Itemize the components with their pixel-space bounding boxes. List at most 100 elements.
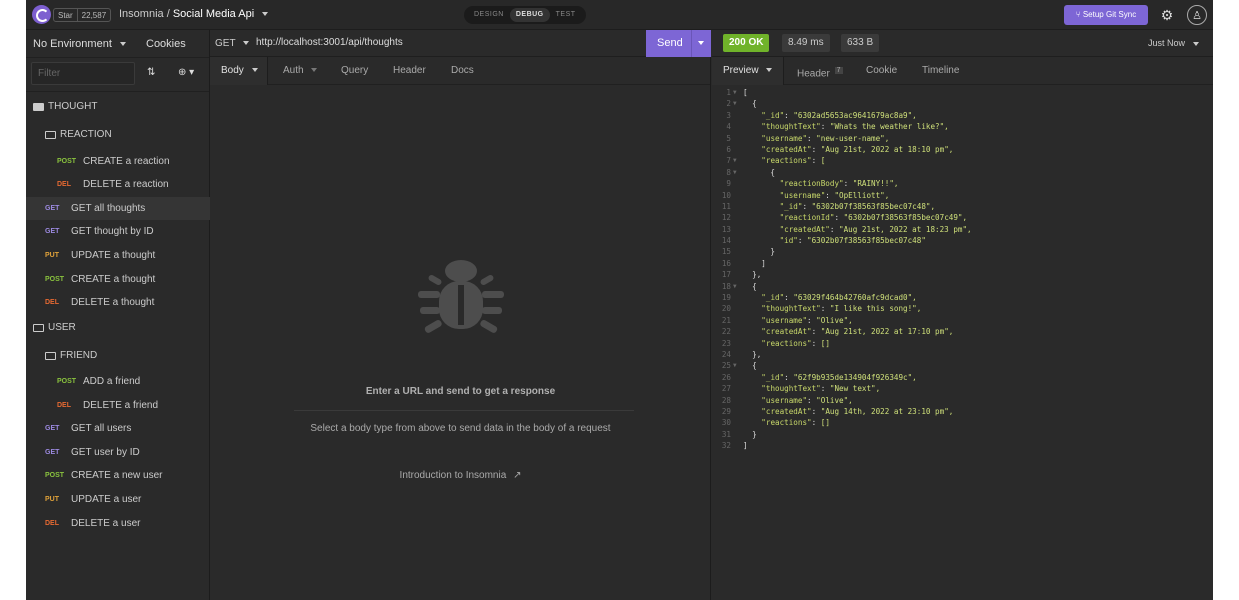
- line-number: 30: [721, 418, 731, 428]
- code-line: 19 "_id": "63029f464b42760afc9dcad0",: [712, 292, 1213, 303]
- tree-label: GET thought by ID: [71, 226, 154, 237]
- tab-timeline[interactable]: Timeline: [922, 57, 959, 85]
- request-get-all-thoughts[interactable]: GET GET all thoughts: [26, 197, 210, 220]
- request-get-thought-by-id[interactable]: GET GET thought by ID: [26, 220, 210, 243]
- request-delete-reaction[interactable]: DEL DELETE a reaction: [26, 173, 210, 196]
- breadcrumb-separator: /: [166, 8, 170, 20]
- code-text: "_id": "6302b07f38563f85bec07c48",: [779, 201, 936, 211]
- line-number: 23: [721, 338, 731, 348]
- mode-test[interactable]: TEST: [550, 8, 582, 22]
- code-line: 29 "createdAt": "Aug 14th, 2022 at 23:10…: [712, 406, 1213, 417]
- request-create-thought[interactable]: POST CREATE a thought: [26, 268, 210, 291]
- insomnia-app: Star 22,587 Insomnia / Social Media Api …: [26, 0, 1213, 600]
- account-icon[interactable]: ♙: [1187, 5, 1207, 25]
- filter-input[interactable]: [31, 62, 135, 85]
- folder-reaction[interactable]: REACTION: [26, 123, 210, 146]
- folder-user[interactable]: USER: [26, 316, 210, 339]
- insomnia-logo-icon[interactable]: [32, 5, 51, 24]
- fold-toggle-icon[interactable]: ▼: [733, 98, 737, 109]
- method-badge: POST: [57, 378, 77, 385]
- code-text: {: [743, 167, 776, 177]
- sort-icon[interactable]: ⇅: [147, 67, 155, 78]
- response-timestamp: Just Now: [1148, 38, 1186, 48]
- line-number: 11: [721, 201, 731, 211]
- fold-toggle-icon[interactable]: ▼: [733, 87, 737, 98]
- intro-link[interactable]: Introduction to Insomnia ↗: [210, 470, 711, 481]
- request-get-user-by-id[interactable]: GET GET user by ID: [26, 441, 210, 464]
- git-sync-button[interactable]: ⑂ Setup Git Sync: [1064, 5, 1148, 25]
- gear-icon[interactable]: ⚙: [1157, 5, 1177, 25]
- tab-auth[interactable]: Auth: [283, 57, 318, 85]
- folder-open-icon: [33, 102, 44, 111]
- top-bar: Star 22,587 Insomnia / Social Media Api …: [26, 0, 1213, 30]
- method-badge: GET: [45, 228, 60, 235]
- tab-docs[interactable]: Docs: [451, 57, 474, 85]
- url-input[interactable]: http://localhost:3001/api/thoughts: [256, 37, 403, 48]
- chevron-down-icon: [766, 68, 773, 73]
- fold-toggle-icon[interactable]: ▼: [733, 360, 737, 371]
- url-bar: GET http://localhost:3001/api/thoughts S…: [210, 30, 711, 57]
- github-star-button[interactable]: Star 22,587: [53, 8, 112, 22]
- line-number: 6: [726, 144, 731, 154]
- request-update-thought[interactable]: PUT UPDATE a thought: [26, 244, 210, 267]
- line-number: 14: [721, 236, 731, 246]
- code-line: 14 "id": "6302b07f38563f85bec07c48": [712, 235, 1213, 246]
- add-icon[interactable]: ⊕ ▾: [178, 67, 194, 78]
- tab-query[interactable]: Query: [341, 57, 368, 85]
- tab-header[interactable]: Header: [393, 57, 426, 85]
- code-text: "createdAt": "Aug 21st, 2022 at 18:10 pm…: [761, 144, 954, 154]
- mode-debug[interactable]: DEBUG: [509, 8, 550, 22]
- request-get-all-users[interactable]: GET GET all users: [26, 417, 210, 440]
- send-label: Send: [657, 37, 683, 49]
- git-sync-label: Setup Git Sync: [1082, 10, 1137, 19]
- request-create-reaction[interactable]: POST CREATE a reaction: [26, 150, 210, 173]
- request-add-friend[interactable]: POST ADD a friend: [26, 370, 210, 393]
- method-dropdown[interactable]: GET: [215, 38, 250, 49]
- mode-switcher: DESIGN DEBUG TEST: [464, 6, 586, 24]
- request-delete-user[interactable]: DEL DELETE a user: [26, 512, 210, 535]
- breadcrumb[interactable]: Insomnia / Social Media Api: [119, 8, 269, 20]
- tab-body[interactable]: Body: [210, 57, 268, 85]
- tree-label: REACTION: [60, 129, 112, 140]
- code-line: 20 "thoughtText": "I like this song!",: [712, 303, 1213, 314]
- code-line: 27 "thoughtText": "New text",: [712, 383, 1213, 394]
- environment-dropdown[interactable]: No Environment: [33, 38, 126, 50]
- folder-friend[interactable]: FRIEND: [26, 344, 210, 367]
- environment-label: No Environment: [33, 38, 112, 50]
- folder-icon: [45, 130, 56, 139]
- code-line: 11 "_id": "6302b07f38563f85bec07c48",: [712, 201, 1213, 212]
- folder-thought[interactable]: THOUGHT: [26, 95, 210, 118]
- request-delete-thought[interactable]: DEL DELETE a thought: [26, 291, 210, 314]
- tab-response-header[interactable]: Header 7: [797, 57, 843, 85]
- tree-label: CREATE a reaction: [83, 156, 170, 167]
- line-number: 20: [721, 304, 731, 314]
- tree-label: DELETE a thought: [71, 297, 155, 308]
- empty-state-subtitle: Select a body type from above to send da…: [310, 423, 611, 434]
- send-button[interactable]: Send: [646, 30, 711, 57]
- fold-toggle-icon[interactable]: ▼: [733, 281, 737, 292]
- mode-design[interactable]: DESIGN: [468, 8, 510, 22]
- fold-toggle-icon[interactable]: ▼: [733, 167, 737, 178]
- response-history-dropdown[interactable]: Just Now: [1148, 38, 1199, 48]
- fold-toggle-icon[interactable]: ▼: [733, 155, 737, 166]
- folder-icon: [45, 351, 56, 360]
- response-body-viewer[interactable]: 1 ▼[2 ▼ {3 "_id": "6302ad5653ac9641679ac8a…: [712, 87, 1213, 452]
- response-size: 633 B: [841, 34, 880, 52]
- method-badge: GET: [45, 449, 60, 456]
- tab-cookie[interactable]: Cookie: [866, 57, 897, 85]
- tree-label: UPDATE a user: [71, 494, 142, 505]
- code-text: "id": "6302b07f38563f85bec07c48": [779, 236, 926, 246]
- line-number: 4: [726, 122, 731, 132]
- divider: [294, 410, 634, 411]
- request-delete-friend[interactable]: DEL DELETE a friend: [26, 394, 210, 417]
- code-line: 17 },: [712, 269, 1213, 280]
- code-text: "createdAt": "Aug 14th, 2022 at 23:10 pm…: [761, 406, 954, 416]
- environment-row: No Environment Cookies: [26, 30, 209, 58]
- request-create-user[interactable]: POST CREATE a new user: [26, 464, 210, 487]
- request-update-user[interactable]: PUT UPDATE a user: [26, 488, 210, 511]
- tree-label: DELETE a reaction: [83, 179, 169, 190]
- code-text: "username": "Olive",: [761, 395, 853, 405]
- chevron-down-icon: [243, 41, 250, 46]
- tab-preview[interactable]: Preview: [712, 57, 784, 85]
- cookies-button[interactable]: Cookies: [146, 38, 186, 50]
